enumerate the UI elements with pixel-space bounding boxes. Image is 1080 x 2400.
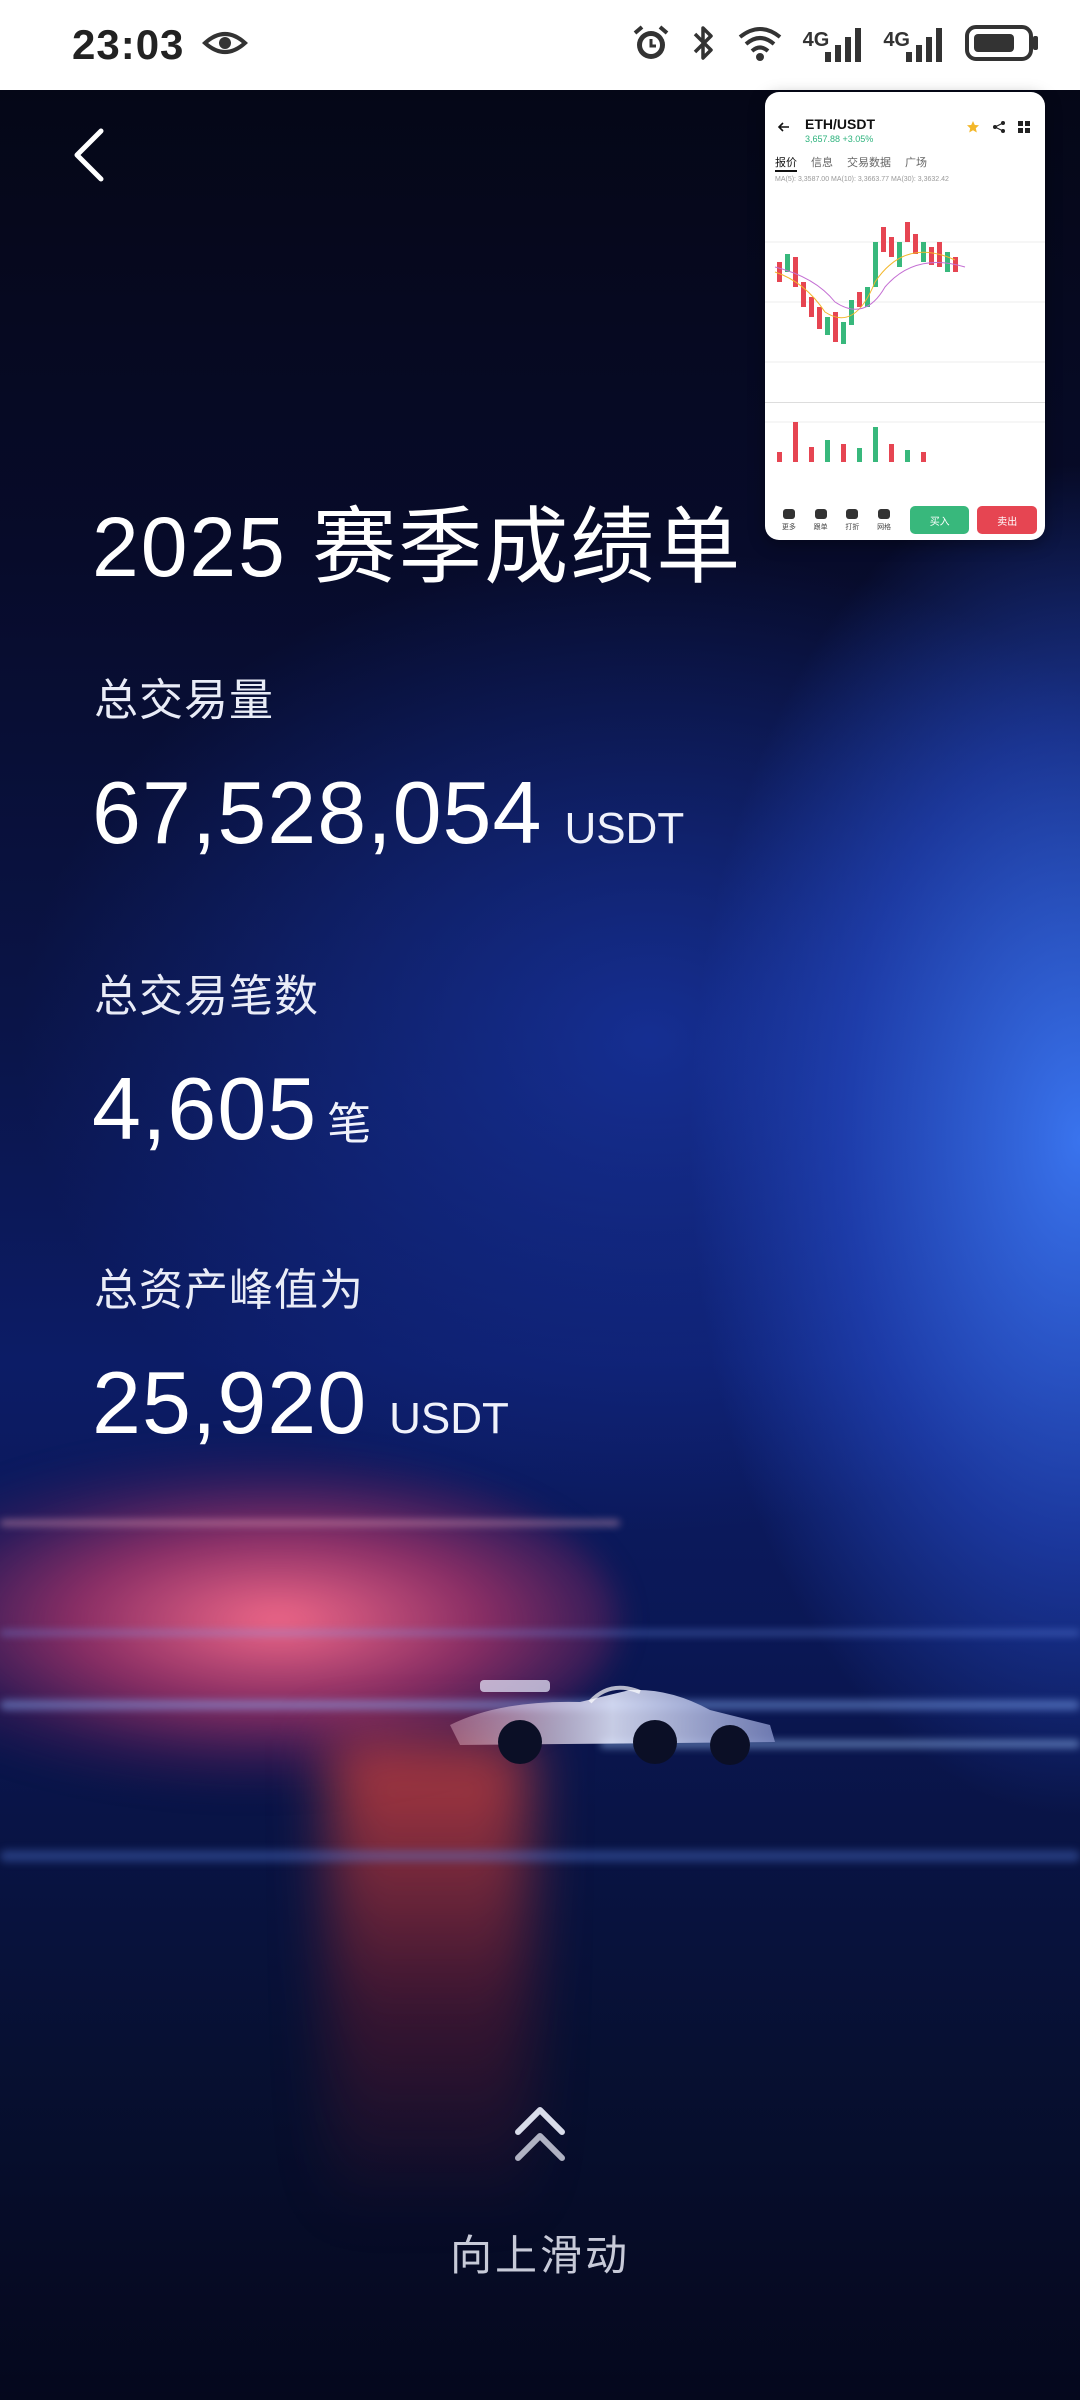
- status-bar: 23:03 4G 4G: [0, 0, 1080, 90]
- pip-sell-button[interactable]: 卖出: [977, 506, 1037, 534]
- pip-tab[interactable]: 信息: [811, 154, 833, 172]
- bluetooth-icon: [691, 23, 717, 68]
- eye-icon: [202, 28, 249, 63]
- back-button[interactable]: [54, 120, 124, 190]
- signal-1: 4G: [803, 26, 864, 64]
- status-time: 23:03: [72, 21, 185, 68]
- discount-icon: [846, 508, 859, 519]
- wifi-icon: [737, 23, 783, 68]
- pip-more-button[interactable]: 更多: [773, 508, 805, 532]
- signal-icon: [906, 28, 942, 62]
- metric-number: 4,605: [92, 1059, 318, 1158]
- grid-icon[interactable]: [1017, 120, 1031, 134]
- pip-price: 3,657.88 +3.05%: [805, 134, 874, 144]
- signal-2: 4G: [883, 26, 944, 64]
- pip-bottom-bar: 更多 跟单 打折 网格 买入 卖出: [765, 500, 1045, 540]
- pip-copy-button[interactable]: 跟单: [805, 508, 837, 532]
- copy-trade-icon: [814, 508, 827, 519]
- pip-trading-window[interactable]: ETH/USDT 3,657.88 +3.05% 报价 信息 交易数据 广场 M…: [765, 92, 1045, 540]
- pip-pair: ETH/USDT: [805, 116, 875, 132]
- pip-tab[interactable]: 报价: [775, 154, 797, 172]
- swipe-up-label: 向上滑动: [449, 2232, 630, 2279]
- pip-tab[interactable]: 广场: [905, 154, 927, 172]
- battery-icon: [964, 23, 1040, 68]
- back-arrow-icon[interactable]: [777, 120, 791, 134]
- metric-unit: USDT: [564, 804, 685, 853]
- page-title: 2025 赛季成绩单: [92, 500, 743, 594]
- metric-label-trades: 总交易笔数: [94, 972, 319, 1021]
- pip-tab[interactable]: 交易数据: [847, 154, 891, 172]
- metric-value-peak: 25,920 USDT: [92, 1352, 509, 1454]
- star-icon[interactable]: [966, 120, 980, 134]
- signal-icon: [825, 28, 862, 62]
- share-icon[interactable]: [992, 120, 1006, 134]
- metric-number: 25,920: [92, 1353, 368, 1452]
- pip-grid-button[interactable]: 网格: [868, 508, 900, 532]
- metric-number: 67,528,054: [92, 763, 543, 862]
- grid-bot-icon: [878, 508, 891, 519]
- light-streak: [0, 1850, 1080, 1862]
- pip-buy-button[interactable]: 买入: [909, 506, 970, 534]
- alarm-icon: [631, 23, 671, 68]
- metric-value-trades: 4,605 笔: [92, 1058, 371, 1160]
- chevron-left-icon: [74, 128, 104, 182]
- light-streak: [0, 1520, 620, 1526]
- pip-tabs: 报价 信息 交易数据 广场: [775, 154, 927, 172]
- metric-label-peak: 总资产峰值为: [94, 1266, 364, 1315]
- metric-value-volume: 67,528,054 USDT: [92, 762, 684, 864]
- pip-discount-button[interactable]: 打折: [836, 508, 868, 532]
- more-icon: [782, 508, 795, 519]
- metric-unit: USDT: [389, 1394, 509, 1443]
- pip-candlestick-chart: [765, 222, 1045, 462]
- race-car-image: [450, 1680, 775, 1765]
- metric-unit: 笔: [327, 1100, 372, 1149]
- swipe-up-control[interactable]: [0, 2100, 1080, 2175]
- double-chevron-up-icon: [515, 2107, 565, 2161]
- metric-label-volume: 总交易量: [94, 676, 274, 725]
